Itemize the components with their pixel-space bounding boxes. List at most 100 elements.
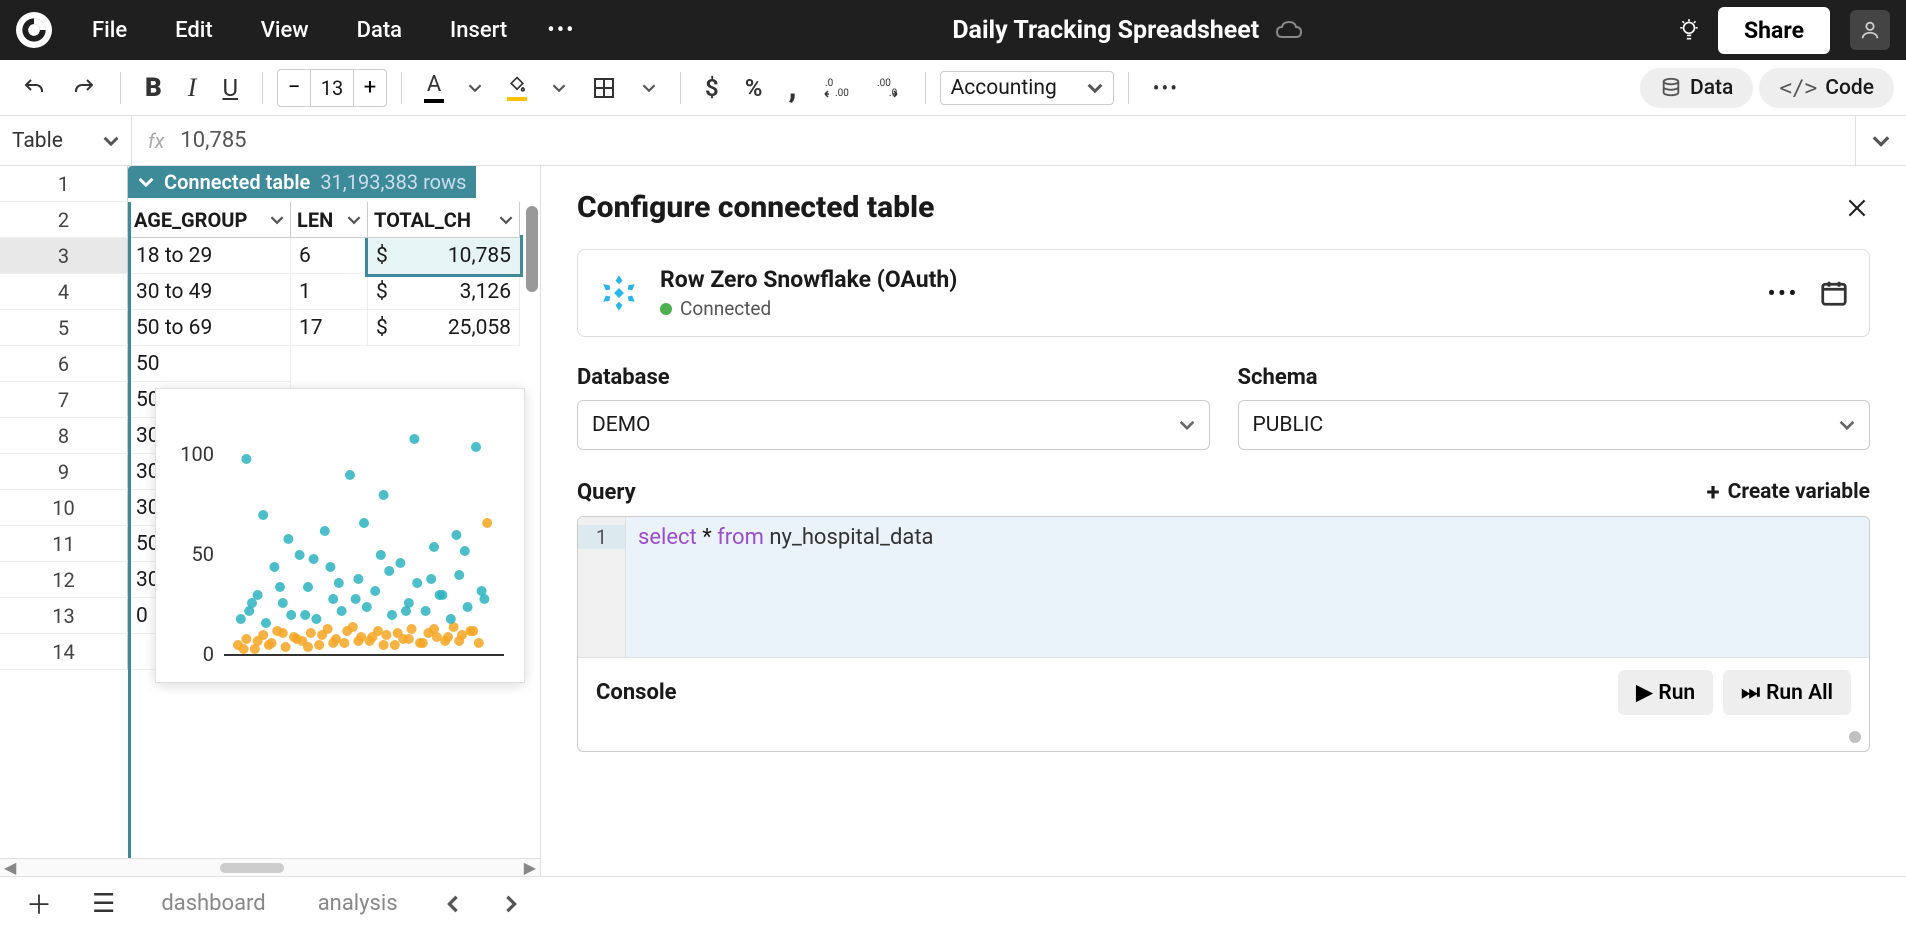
currency-button[interactable]: $ (695, 66, 729, 110)
row-header[interactable]: 6 (0, 346, 128, 382)
schema-select[interactable]: PUBLIC (1238, 400, 1871, 450)
menu-view[interactable]: View (241, 10, 329, 51)
fill-color-dropdown[interactable] (542, 73, 576, 103)
row-header[interactable]: 11 (0, 526, 128, 562)
cell[interactable]: 1 (291, 274, 368, 310)
row-header[interactable]: 7 (0, 382, 128, 418)
menu-insert[interactable]: Insert (430, 10, 527, 51)
row-header[interactable]: 2 (0, 202, 128, 238)
comma-button[interactable]: , (778, 62, 806, 113)
code-pill-button[interactable]: </> Code (1759, 68, 1894, 108)
menubar: File Edit View Data Insert ••• Daily Tra… (0, 0, 1906, 60)
toolbar-divider (120, 72, 121, 104)
percent-button[interactable]: % (735, 66, 773, 110)
user-menu-button[interactable] (1850, 10, 1890, 50)
row-header[interactable]: 13 (0, 598, 128, 634)
scatter-chart: 050100 (164, 405, 514, 675)
menu-data[interactable]: Data (337, 10, 422, 51)
cell[interactable]: 50 (128, 346, 291, 382)
snowflake-icon (598, 272, 640, 314)
console-label[interactable]: Console (596, 680, 677, 705)
cell[interactable]: 30 to 49 (128, 274, 291, 310)
chart-overlay[interactable]: 050100 (155, 388, 525, 683)
cell[interactable]: $3,126 (368, 274, 520, 310)
row-header[interactable]: 9 (0, 454, 128, 490)
tab-scroll-right[interactable] (492, 891, 530, 917)
row-header[interactable]: 3 (0, 238, 128, 274)
run-button[interactable]: ▶ Run (1618, 670, 1713, 715)
column-header[interactable]: LEN (291, 202, 368, 238)
spreadsheet-area: Connected table 31,193,383 rows 1250 to … (0, 166, 541, 876)
connection-name: Row Zero Snowflake (OAuth) (660, 266, 1748, 293)
row-header[interactable]: 14 (0, 634, 128, 670)
tips-icon[interactable] (1668, 9, 1710, 51)
row-header[interactable]: 4 (0, 274, 128, 310)
share-button[interactable]: Share (1718, 7, 1830, 54)
decrease-decimal-button[interactable]: .0.00 (813, 68, 859, 108)
text-color-dropdown[interactable] (458, 73, 492, 103)
column-header[interactable]: AGE_GROUP (128, 202, 291, 238)
sheet-grid[interactable]: Connected table 31,193,383 rows 1250 to … (0, 166, 540, 858)
redo-button[interactable] (62, 68, 106, 108)
scroll-left-arrow[interactable]: ◀ (0, 858, 20, 876)
font-size-decrease[interactable]: − (278, 70, 310, 106)
menu-edit[interactable]: Edit (155, 10, 233, 51)
toolbar-more[interactable]: ••• (1143, 68, 1189, 108)
row-header[interactable]: 5 (0, 310, 128, 346)
row-header[interactable]: 1 (0, 166, 128, 202)
tab-scroll-left[interactable] (434, 891, 472, 917)
horizontal-scroll-area: ◀ ▶ (0, 858, 540, 876)
underline-button[interactable]: U (212, 66, 248, 110)
add-sheet-button[interactable]: ＋ (16, 881, 62, 926)
app-logo[interactable] (16, 12, 52, 48)
fill-color-button[interactable] (498, 71, 536, 105)
increase-decimal-button[interactable]: .00.0 (865, 68, 911, 108)
data-pill-button[interactable]: Data (1640, 68, 1753, 108)
borders-dropdown[interactable] (632, 73, 666, 103)
document-title[interactable]: Daily Tracking Spreadsheet (952, 16, 1259, 45)
run-all-button[interactable]: ⏭ Run All (1723, 670, 1851, 715)
borders-button[interactable] (582, 68, 626, 108)
cell[interactable]: $25,058 (368, 310, 520, 346)
cell[interactable]: $10,785 (368, 238, 520, 274)
menu-more[interactable]: ••• (535, 10, 587, 51)
sheet-tabs-bar: ＋ ☰ dashboard analysis (0, 876, 1906, 930)
menu-file[interactable]: File (72, 10, 147, 51)
italic-button[interactable]: I (178, 65, 207, 111)
number-format-select[interactable]: Accounting (940, 71, 1114, 105)
cell[interactable]: 6 (291, 238, 368, 274)
name-box[interactable]: Table (0, 116, 132, 165)
close-panel-button[interactable] (1844, 195, 1870, 221)
connection-status: Connected (680, 297, 771, 320)
create-variable-button[interactable]: + Create variable (1707, 478, 1870, 506)
sheet-tab[interactable]: dashboard (145, 883, 281, 924)
horizontal-scrollbar[interactable] (220, 863, 284, 873)
connected-table-header[interactable]: Connected table 31,193,383 rows (128, 166, 476, 198)
row-header[interactable]: 10 (0, 490, 128, 526)
cell[interactable]: 17 (291, 310, 368, 346)
font-size-increase[interactable]: + (354, 70, 386, 106)
schema-label: Schema (1238, 365, 1871, 390)
sheet-tab[interactable]: analysis (302, 883, 414, 924)
undo-button[interactable] (12, 68, 56, 108)
connection-more-button[interactable]: ••• (1768, 281, 1799, 305)
row-header[interactable]: 8 (0, 418, 128, 454)
font-size-value[interactable]: 13 (310, 70, 354, 106)
formula-input[interactable]: 10,785 (180, 128, 1855, 153)
query-input[interactable]: select * from ny_hospital_data (626, 517, 1869, 657)
row-header[interactable]: 12 (0, 562, 128, 598)
bold-button[interactable]: B (135, 65, 172, 111)
schedule-icon[interactable] (1819, 278, 1849, 308)
cloud-sync-icon (1275, 19, 1303, 41)
database-select[interactable]: DEMO (577, 400, 1210, 450)
cell[interactable]: 50 to 69 (128, 310, 291, 346)
scroll-right-arrow[interactable]: ▶ (520, 858, 540, 876)
column-header[interactable]: TOTAL_CH (368, 202, 520, 238)
formula-expand[interactable] (1855, 116, 1906, 165)
all-sheets-button[interactable]: ☰ (82, 885, 125, 923)
fx-label: fx (132, 129, 180, 153)
text-color-button[interactable]: A (416, 68, 452, 107)
cell[interactable]: 18 to 29 (128, 238, 291, 274)
vertical-scrollbar[interactable] (526, 206, 538, 292)
configure-panel: Configure connected table Row Zero Snowf… (541, 166, 1906, 876)
